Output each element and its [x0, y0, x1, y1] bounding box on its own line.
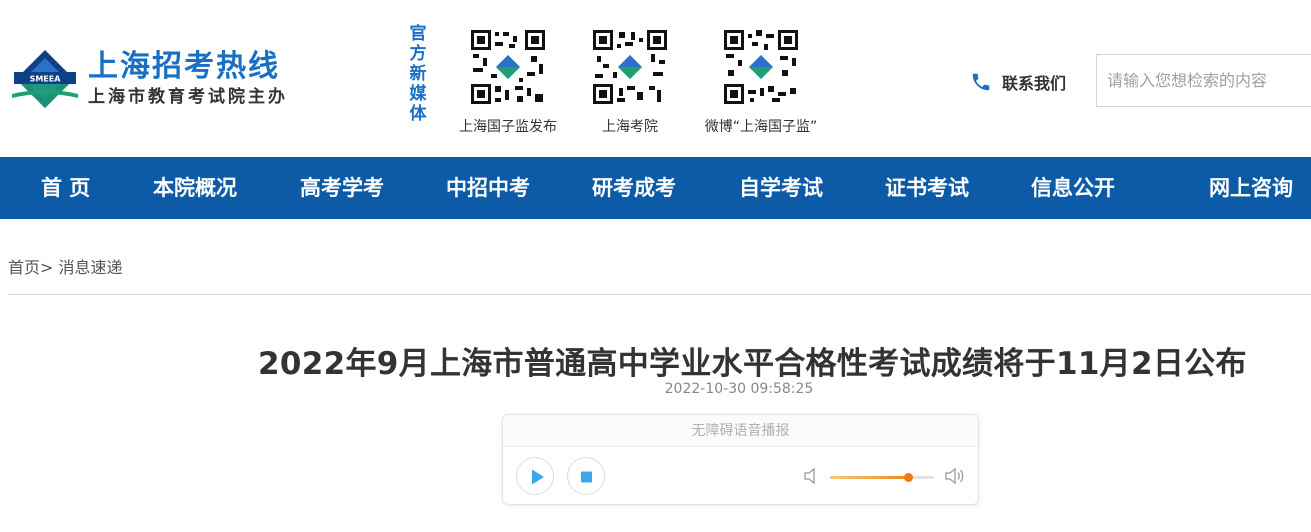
qrcode-item[interactable]: 上海国子监发布	[452, 28, 564, 136]
nav-item-yankao[interactable]: 研考成考	[592, 157, 676, 219]
play-icon	[532, 469, 544, 485]
nav-item-zikao[interactable]: 自学考试	[739, 157, 823, 219]
contact-link[interactable]: 联系我们	[970, 70, 1066, 94]
breadcrumb: 首页> 消息速递	[8, 254, 123, 278]
breadcrumb-current[interactable]: 消息速递	[59, 258, 123, 277]
player-header: 无障碍语音播报	[503, 415, 978, 447]
article-title: 2022年9月上海市普通高中学业水平合格性考试成绩将于11月2日公布	[258, 346, 1247, 382]
logo-mark-text: SMEEA	[30, 75, 62, 84]
qrcode-caption: 上海国子监发布	[459, 119, 557, 135]
qrcode-icon	[591, 28, 669, 106]
qrcode-item[interactable]: 上海考院	[590, 28, 670, 136]
qrcode-icon	[469, 28, 547, 106]
contact-label: 联系我们	[1002, 74, 1067, 93]
stop-icon	[581, 471, 592, 483]
qrcode-caption: 上海考院	[602, 119, 658, 135]
article-date: 2022-10-30 09:58:25	[664, 381, 814, 397]
qrcode-icon	[722, 28, 800, 106]
volume-fill	[830, 476, 908, 479]
divider	[8, 294, 1311, 295]
search-box	[1096, 54, 1311, 107]
phone-icon	[972, 73, 990, 91]
site-logo[interactable]: SMEEA 上海招考热线 上海市教育考试院主办	[10, 46, 288, 112]
site-header: SMEEA 上海招考热线 上海市教育考试院主办 官方新媒体 上海国子监发布 上海…	[0, 0, 1311, 157]
nav-item-about[interactable]: 本院概况	[153, 157, 237, 219]
nav-item-info[interactable]: 信息公开	[1031, 157, 1115, 219]
qrcode-item[interactable]: 微博“上海国子监”	[694, 28, 828, 136]
volume-high-icon[interactable]	[944, 465, 966, 487]
nav-item-certificate[interactable]: 证书考试	[885, 157, 969, 219]
stop-button[interactable]	[567, 457, 605, 495]
volume-slider[interactable]	[830, 473, 934, 482]
nav-item-gaokao[interactable]: 高考学考	[300, 157, 384, 219]
site-title: 上海招考热线	[88, 49, 280, 84]
nav-item-zhongkao[interactable]: 中招中考	[446, 157, 530, 219]
main-nav: 首 页 本院概况 高考学考 中招中考 研考成考 自学考试 证书考试 信息公开 网…	[0, 157, 1311, 219]
nav-item-consult[interactable]: 网上咨询	[1209, 157, 1293, 219]
audio-player: 无障碍语音播报	[502, 414, 979, 505]
site-subtitle: 上海市教育考试院主办	[88, 87, 288, 107]
qrcode-caption: 微博“上海国子监”	[704, 119, 818, 135]
volume-handle[interactable]	[903, 473, 913, 482]
nav-item-home[interactable]: 首 页	[41, 157, 90, 219]
new-media-label: 官方新媒体	[409, 24, 427, 124]
smeea-logo-icon: SMEEA	[12, 50, 78, 108]
volume-low-icon[interactable]	[803, 467, 819, 485]
search-input[interactable]	[1097, 55, 1311, 106]
breadcrumb-home[interactable]: 首页>	[8, 258, 53, 277]
play-button[interactable]	[516, 457, 554, 495]
